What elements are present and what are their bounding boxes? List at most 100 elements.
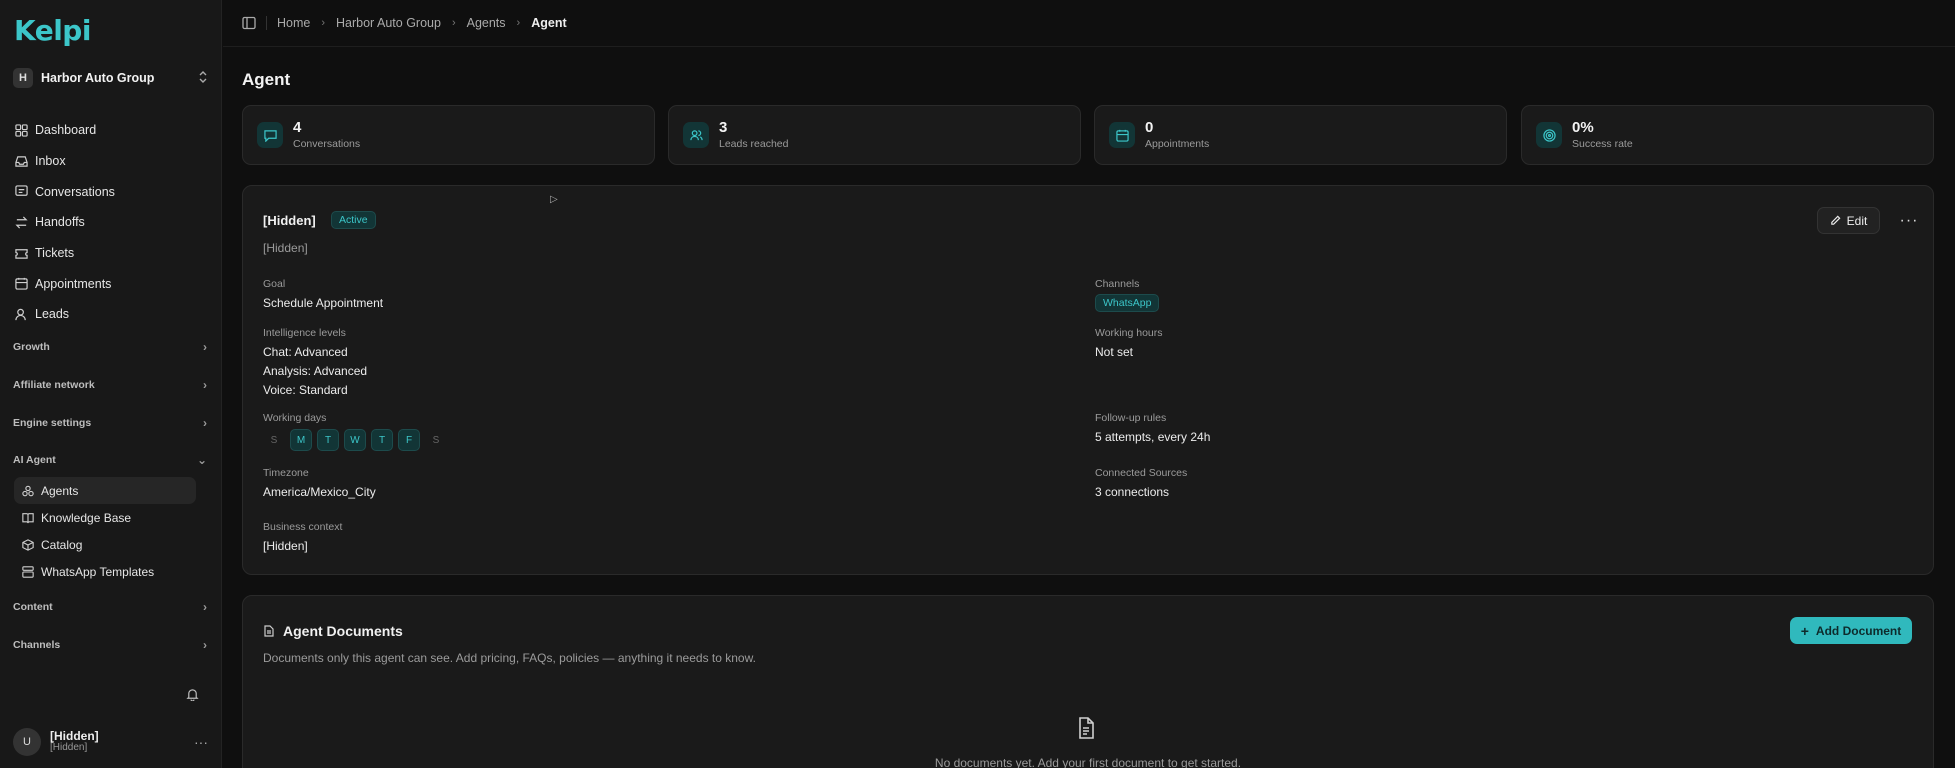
group-label: Growth bbox=[13, 341, 50, 353]
templates-icon bbox=[21, 565, 35, 579]
more-options-button[interactable]: ··· bbox=[1897, 207, 1921, 234]
file-icon bbox=[264, 625, 274, 637]
goal-value: Schedule Appointment bbox=[263, 296, 384, 310]
user-email: [Hidden] bbox=[50, 742, 88, 754]
bell-icon[interactable] bbox=[186, 688, 199, 704]
group-label: Channels bbox=[13, 639, 61, 651]
stat-value: 0 bbox=[1145, 118, 1154, 136]
calendar-icon bbox=[1109, 122, 1135, 148]
group-channels[interactable]: Channels › bbox=[13, 635, 207, 655]
day-friday: F bbox=[398, 429, 420, 451]
breadcrumb-agents[interactable]: Agents bbox=[467, 16, 506, 30]
documents-heading: Agent Documents bbox=[263, 623, 403, 639]
timezone-label: Timezone bbox=[263, 467, 309, 479]
ai-agent-nav: Agents Knowledge Base Catalog WhatsApp T… bbox=[14, 477, 196, 585]
sidebar-item-agents[interactable]: Agents bbox=[14, 477, 196, 504]
follow-up-value: 5 attempts, every 24h bbox=[1095, 430, 1211, 444]
nav-conversations[interactable]: Conversations bbox=[13, 176, 209, 207]
sidebar-item-catalog[interactable]: Catalog bbox=[14, 531, 196, 558]
nav-label: Handoffs bbox=[35, 215, 85, 230]
org-switcher[interactable]: H Harbor Auto Group bbox=[13, 66, 208, 90]
sidebar-item-knowledge-base[interactable]: Knowledge Base bbox=[14, 504, 196, 531]
group-content[interactable]: Content › bbox=[13, 597, 207, 617]
avatar: U bbox=[13, 728, 41, 756]
sidebar-item-label: Agents bbox=[41, 483, 79, 498]
group-label: Affiliate network bbox=[13, 379, 95, 391]
day-tuesday: T bbox=[317, 429, 339, 451]
more-horizontal-icon[interactable]: ··· bbox=[194, 734, 208, 750]
user-info: [Hidden] [Hidden] bbox=[50, 730, 194, 753]
chevron-right-icon: › bbox=[203, 378, 207, 392]
pencil-icon bbox=[1830, 215, 1841, 225]
sidebar-item-label: Knowledge Base bbox=[41, 510, 132, 525]
breadcrumb-current: Agent bbox=[531, 16, 567, 30]
nav-appointments[interactable]: Appointments bbox=[13, 268, 209, 299]
stat-label: Success rate bbox=[1572, 138, 1633, 151]
divider bbox=[266, 16, 267, 30]
day-saturday: S bbox=[432, 434, 440, 446]
agent-description: [Hidden] bbox=[263, 241, 308, 255]
day-wednesday: W bbox=[344, 429, 366, 451]
documents-title: Agent Documents bbox=[283, 623, 403, 639]
sidebar-item-label: WhatsApp Templates bbox=[41, 564, 155, 579]
nav-handoffs[interactable]: Handoffs bbox=[13, 207, 209, 238]
working-days-label: Working days bbox=[263, 412, 327, 424]
nav-label: Conversations bbox=[35, 184, 115, 199]
goal-label: Goal bbox=[263, 278, 286, 290]
group-engine-settings[interactable]: Engine settings › bbox=[13, 413, 207, 433]
nav-label: Appointments bbox=[35, 276, 112, 291]
nav-label: Tickets bbox=[35, 246, 75, 261]
add-document-label: Add Document bbox=[1815, 623, 1902, 638]
stat-value: 3 bbox=[719, 118, 728, 136]
timezone-value: America/Mexico_City bbox=[263, 485, 376, 499]
business-context-value: [Hidden] bbox=[263, 539, 308, 553]
group-label: Content bbox=[13, 601, 53, 613]
page-title: Agent bbox=[242, 70, 291, 89]
chat-icon bbox=[257, 122, 283, 148]
edit-label: Edit bbox=[1846, 213, 1868, 228]
breadcrumb-home[interactable]: Home bbox=[277, 16, 310, 30]
chevron-right-icon: › bbox=[203, 638, 207, 652]
group-growth[interactable]: Growth › bbox=[13, 337, 207, 357]
tickets-icon bbox=[13, 245, 29, 261]
agent-name: [Hidden] bbox=[263, 213, 316, 228]
stat-value: 0% bbox=[1572, 118, 1594, 136]
stat-label: Conversations bbox=[293, 138, 361, 151]
working-days: S M T W T F S bbox=[263, 429, 447, 451]
group-label: Engine settings bbox=[13, 417, 92, 429]
conversations-icon bbox=[13, 184, 29, 200]
target-icon bbox=[1536, 122, 1562, 148]
app-logo[interactable]: Kelpi bbox=[14, 14, 91, 47]
group-label: AI Agent bbox=[13, 454, 56, 466]
breadcrumb-org[interactable]: Harbor Auto Group bbox=[336, 16, 441, 30]
nav-dashboard[interactable]: Dashboard bbox=[13, 115, 209, 146]
nav-leads[interactable]: Leads bbox=[13, 299, 209, 330]
add-document-button[interactable]: + Add Document bbox=[1790, 617, 1912, 644]
org-name: Harbor Auto Group bbox=[41, 71, 155, 85]
sidebar-item-whatsapp-templates[interactable]: WhatsApp Templates bbox=[14, 558, 196, 585]
nav-inbox[interactable]: Inbox bbox=[13, 146, 209, 177]
cursor-icon: ▷ bbox=[550, 194, 558, 205]
empty-state-text: No documents yet. Add your first documen… bbox=[934, 756, 1242, 768]
inbox-icon bbox=[13, 153, 29, 169]
edit-button[interactable]: Edit bbox=[1817, 207, 1880, 234]
org-avatar: H bbox=[13, 68, 33, 88]
channel-chip: WhatsApp bbox=[1095, 294, 1160, 312]
breadcrumb: Home › Harbor Auto Group › Agents › Agen… bbox=[277, 16, 567, 30]
intelligence-voice: Voice: Standard bbox=[263, 383, 348, 397]
plus-icon: + bbox=[1800, 622, 1809, 639]
dashboard-icon bbox=[13, 122, 29, 138]
stat-leads-reached: 3 Leads reached bbox=[668, 105, 1081, 165]
nav-tickets[interactable]: Tickets bbox=[13, 238, 209, 269]
agents-icon bbox=[21, 484, 35, 498]
chevron-right-icon: › bbox=[203, 340, 207, 354]
day-sunday: S bbox=[270, 434, 278, 446]
sidebar-toggle-icon[interactable] bbox=[242, 16, 256, 30]
group-ai-agent[interactable]: AI Agent ⌄ bbox=[13, 450, 207, 470]
handoffs-icon bbox=[13, 214, 29, 230]
user-menu[interactable]: U [Hidden] [Hidden] ··· bbox=[13, 727, 208, 757]
nav-label: Inbox bbox=[35, 154, 66, 169]
group-affiliate-network[interactable]: Affiliate network › bbox=[13, 375, 207, 395]
topbar: Home › Harbor Auto Group › Agents › Agen… bbox=[223, 0, 1955, 47]
sidebar: Kelpi H Harbor Auto Group Dashboard Inbo… bbox=[0, 0, 222, 768]
